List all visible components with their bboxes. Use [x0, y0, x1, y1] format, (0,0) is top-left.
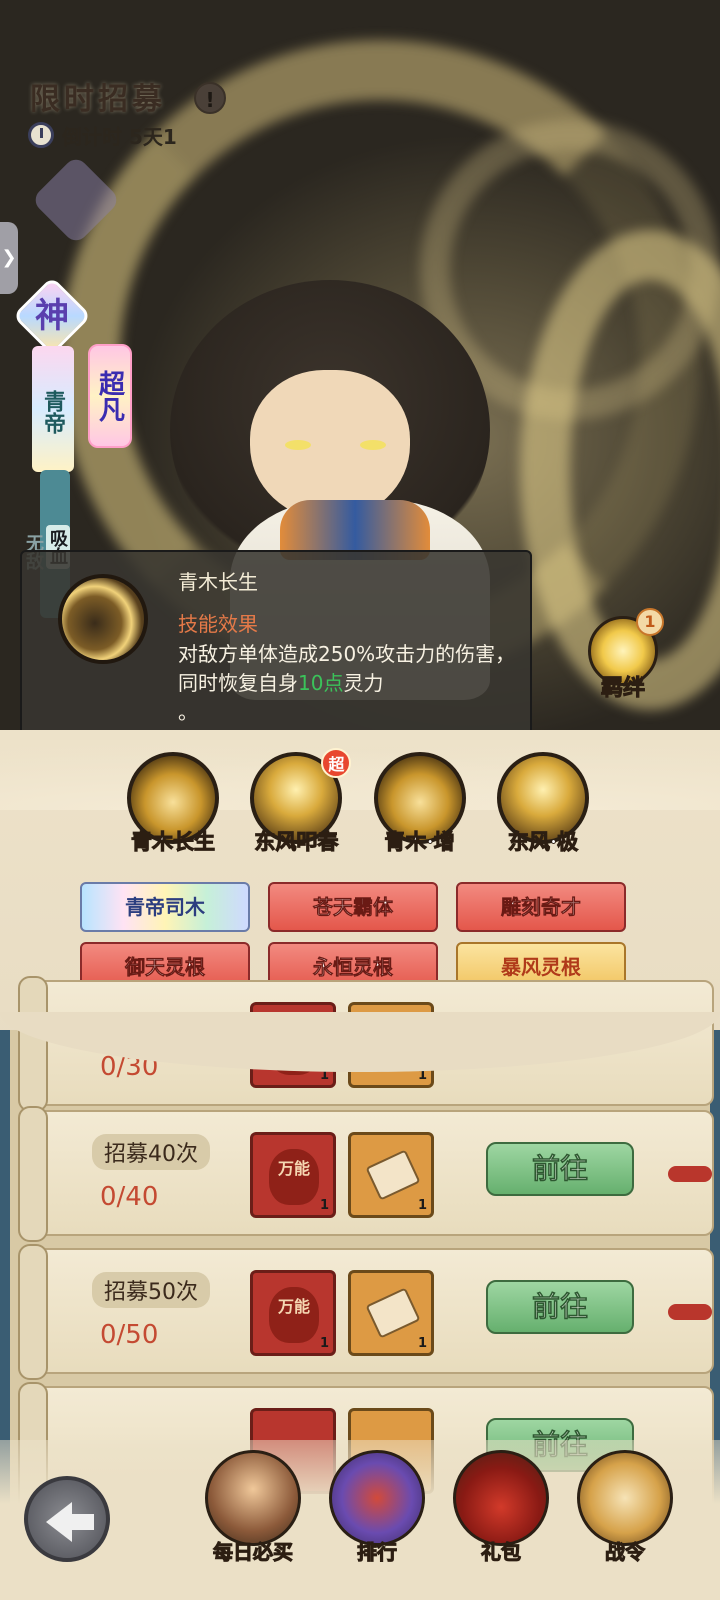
task-progress: 0/50: [100, 1320, 159, 1350]
item-qty: 1: [319, 1336, 329, 1351]
bond-label: 羁绊: [600, 675, 645, 702]
nav-label: 每日必买: [213, 1540, 294, 1565]
scroll-roll: [18, 976, 48, 1112]
skill-tooltip: 青木长生 技能效果 对敌方单体造成250%攻击力的伤害，同时恢复自身10点灵力。: [20, 550, 532, 740]
nav-battle-pass[interactable]: 战令: [570, 1450, 680, 1600]
clock-icon: [28, 122, 54, 148]
bond-count-badge: 1: [636, 608, 664, 636]
reward-item[interactable]: 1: [348, 1270, 434, 1356]
tassel-decoration: [668, 1304, 712, 1320]
scroll-ticket-icon: [365, 1149, 421, 1201]
nav-ranking[interactable]: 排行: [322, 1450, 432, 1600]
task-title: 招募50次: [92, 1272, 210, 1308]
god-badge-label: 神: [35, 296, 69, 336]
countdown: 倒计时 5天1: [28, 120, 177, 150]
talent-button[interactable]: 青帝司木: [80, 882, 250, 932]
desc-highlight: 10点: [298, 671, 344, 695]
scroll-roll: [18, 1244, 48, 1380]
skill-slot[interactable]: 超 东风叩春: [241, 748, 352, 862]
skill-effect-heading: 技能效果: [178, 612, 258, 636]
gift-pack-icon: [453, 1450, 549, 1546]
nav-daily-purchase[interactable]: 每日必买: [198, 1450, 308, 1600]
task-progress: 0/40: [100, 1182, 159, 1212]
page-title: 限时招募: [30, 82, 166, 117]
tassel-decoration: [668, 1166, 712, 1182]
daily-purchase-icon: [205, 1450, 301, 1546]
hero-eye: [285, 440, 311, 450]
task-row: 招募40次 0/40 万能 1 1 前往: [18, 1106, 714, 1242]
god-badge: 神: [12, 276, 92, 356]
skill-label: 青木·增: [384, 829, 455, 855]
nav-label: 战令: [605, 1540, 646, 1565]
skill-slot[interactable]: 东风·极: [488, 752, 598, 862]
talent-button[interactable]: 苍天霸体: [268, 882, 438, 932]
nav-label: 排行: [357, 1540, 398, 1565]
task-row: 招募50次 0/50 万能 1 1 前往: [18, 1244, 714, 1380]
skill-description: 对敌方单体造成250%攻击力的伤害，同时恢复自身10点灵力。: [178, 640, 518, 727]
scroll-ticket-icon: [365, 1287, 421, 1339]
bond-button[interactable]: 1 羁绊: [588, 608, 664, 702]
desc-text: 。: [178, 700, 198, 724]
nav-label: 礼包: [481, 1540, 522, 1565]
universal-shard-icon: 万能: [269, 1287, 319, 1343]
skill-label: 东风叩春: [254, 829, 339, 855]
talent-grid: 青帝司木 苍天霸体 雕刻奇才 御天灵根 永恒灵根 暴风灵根: [80, 882, 628, 992]
skill-icon: [58, 574, 148, 664]
reward-item[interactable]: 1: [348, 1132, 434, 1218]
nav-gift-pack[interactable]: 礼包: [446, 1450, 556, 1600]
skill-slot[interactable]: 青木·增: [365, 752, 475, 862]
go-button[interactable]: 前往: [486, 1142, 634, 1196]
skill-slot[interactable]: 青木长生: [118, 752, 228, 862]
ranking-icon: [329, 1450, 425, 1546]
skill-label: 青木长生: [131, 829, 216, 855]
hero-face: [250, 370, 410, 520]
task-title: 招募40次: [92, 1134, 210, 1170]
desc-text: 灵力: [343, 671, 384, 695]
countdown-text: 倒计时 5天1: [62, 124, 177, 149]
go-button[interactable]: 前往: [486, 1280, 634, 1334]
hero-name: 青帝: [32, 346, 74, 472]
scroll-roll: [18, 1106, 48, 1242]
battle-pass-icon: [577, 1450, 673, 1546]
item-qty: 1: [319, 1198, 329, 1213]
super-badge: 超: [321, 748, 352, 778]
item-qty: 1: [417, 1198, 427, 1213]
skill-label: 东风·极: [507, 829, 579, 855]
bottom-nav-bar: 每日必买 排行 礼包 战令: [0, 1440, 720, 1600]
skill-name: 青木长生: [178, 570, 258, 594]
hero-eye: [360, 440, 386, 450]
universal-shard-icon: 万能: [269, 1149, 319, 1205]
back-button[interactable]: [24, 1476, 110, 1562]
hero-rank: 超凡: [88, 344, 132, 448]
reward-item[interactable]: 万能 1: [250, 1270, 336, 1356]
reward-item[interactable]: 万能 1: [250, 1132, 336, 1218]
back-arrow-tail: [70, 1514, 94, 1530]
info-icon[interactable]: !: [194, 82, 226, 114]
skills-row: 青木长生 超 东风叩春 青木·增 东风·极: [118, 748, 598, 862]
item-qty: 1: [417, 1336, 427, 1351]
talent-button[interactable]: 雕刻奇才: [456, 882, 626, 932]
back-arrow-icon: [46, 1502, 72, 1542]
